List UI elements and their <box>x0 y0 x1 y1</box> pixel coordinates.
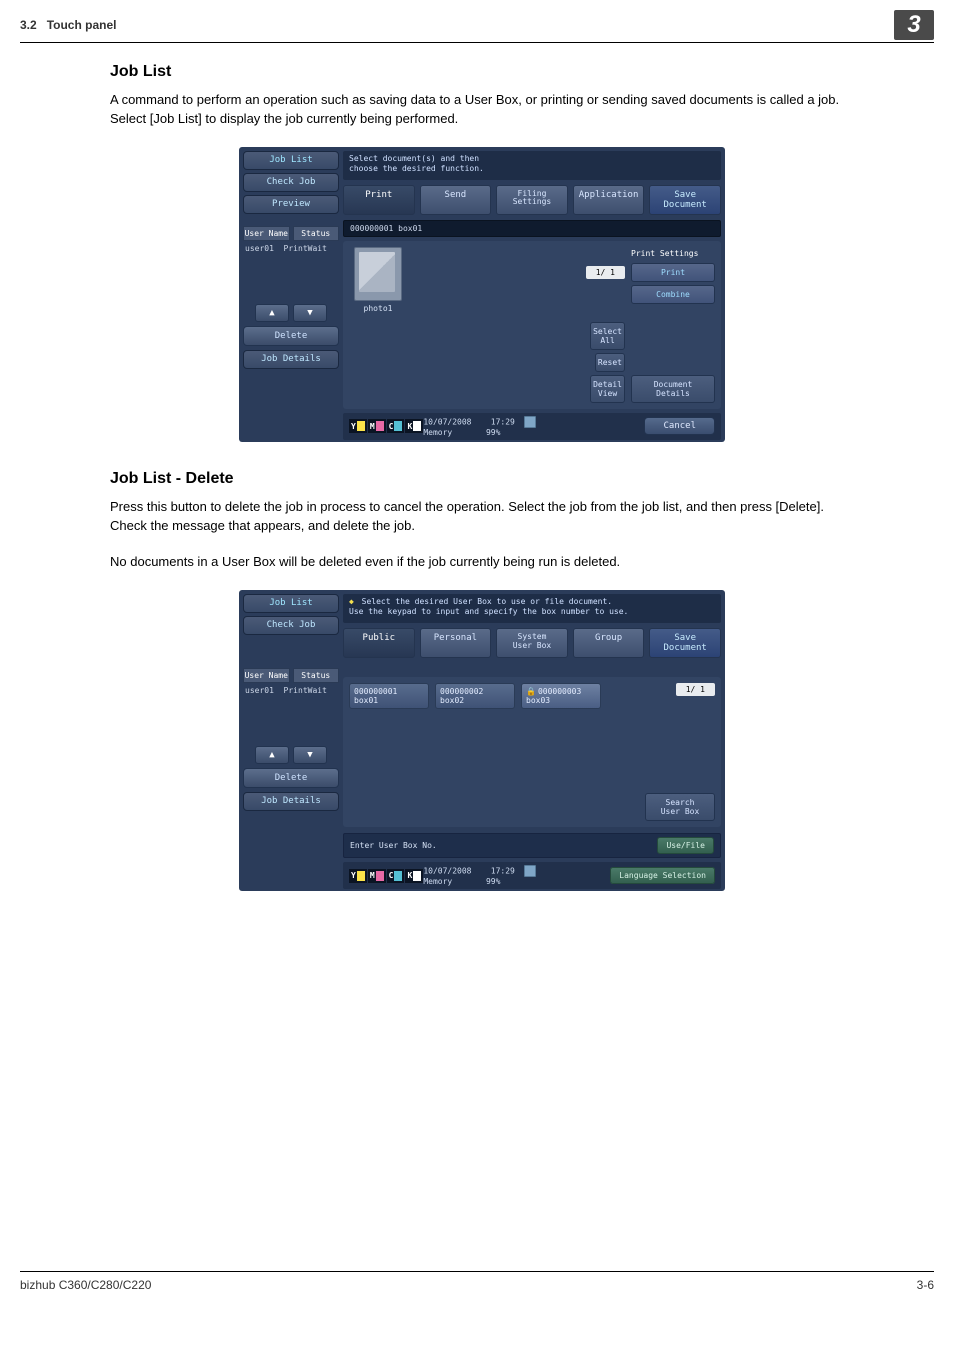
status-meta: 10/07/2008 17:29 Memory 99% <box>423 416 536 437</box>
tab-public[interactable]: Public <box>343 628 415 658</box>
tab-group[interactable]: Group <box>573 628 645 658</box>
col-status: Status <box>293 668 340 683</box>
language-selection-button[interactable]: Language Selection <box>610 867 715 884</box>
tab-job-list[interactable]: Job List <box>243 151 339 170</box>
body-text-2: Press this button to delete the job in p… <box>110 498 854 536</box>
search-user-box-button[interactable]: Search User Box <box>645 793 715 821</box>
running-head: 3.2 Touch panel <box>20 18 116 32</box>
tab-save-document[interactable]: Save Document <box>649 185 721 215</box>
tab-system-user-box[interactable]: System User Box <box>496 628 568 658</box>
detail-view-button[interactable]: Detail View <box>590 375 625 403</box>
toner-y-icon: Y <box>349 869 367 883</box>
row-status: PrintWait <box>284 244 327 253</box>
chapter-badge: 3 <box>894 10 934 40</box>
status-icon <box>524 416 536 428</box>
joblist-row[interactable]: user01 PrintWait <box>243 241 339 256</box>
scroll-up-button[interactable]: ▲ <box>255 746 289 764</box>
toner-indicators: Y M C K <box>349 419 423 433</box>
section-title: Touch panel <box>47 18 117 32</box>
scroll-down-button[interactable]: ▼ <box>293 304 327 322</box>
tab-personal[interactable]: Personal <box>420 628 492 658</box>
tab-application[interactable]: Application <box>573 185 645 215</box>
info-icon: ◆ <box>349 597 354 606</box>
toner-k-icon: K <box>405 419 423 433</box>
row-user: user01 <box>245 686 274 695</box>
row-status: PrintWait <box>284 686 327 695</box>
select-all-button[interactable]: Select All <box>590 322 625 350</box>
status-icon <box>524 865 536 877</box>
breadcrumb: 000000001 box01 <box>343 220 721 237</box>
reset-button[interactable]: Reset <box>595 353 625 372</box>
thumbnail-label: photo1 <box>364 304 393 313</box>
tab-job-list[interactable]: Job List <box>243 594 339 613</box>
joblist-header: User Name Status <box>243 226 339 241</box>
combine-button[interactable]: Combine <box>631 285 715 304</box>
toner-k-icon: K <box>405 869 423 883</box>
row-user: user01 <box>245 244 274 253</box>
instruction-text: ◆ Select the desired User Box to use or … <box>343 594 721 623</box>
job-details-button[interactable]: Job Details <box>243 792 339 811</box>
job-details-button[interactable]: Job Details <box>243 350 339 369</box>
body-text-3: No documents in a User Box will be delet… <box>110 553 854 572</box>
heading-job-list: Job List <box>110 63 854 81</box>
col-user: User Name <box>243 668 290 683</box>
print-settings-label: Print Settings <box>631 247 715 260</box>
toner-c-icon: C <box>387 419 405 433</box>
enter-box-label[interactable]: Enter User Box No. <box>350 841 437 850</box>
joblist-header: User Name Status <box>243 668 339 683</box>
user-box-card[interactable]: 🔒000000003 box03 <box>521 683 601 709</box>
page-header: 3.2 Touch panel 3 <box>20 0 934 43</box>
document-thumbnail[interactable] <box>354 247 402 301</box>
joblist-row[interactable]: user01 PrintWait <box>243 683 339 698</box>
cancel-button[interactable]: Cancel <box>644 417 715 435</box>
toner-indicators: Y M C K <box>349 869 423 883</box>
user-box-card[interactable]: 000000001 box01 <box>349 683 429 709</box>
tab-preview[interactable]: Preview <box>243 195 339 214</box>
page-footer: bizhub C360/C280/C220 3-6 <box>20 1271 934 1312</box>
toner-y-icon: Y <box>349 419 367 433</box>
body-text-1: A command to perform an operation such a… <box>110 91 854 129</box>
footer-page: 3-6 <box>917 1278 934 1292</box>
col-user: User Name <box>243 226 290 241</box>
toner-m-icon: M <box>368 869 386 883</box>
scroll-up-button[interactable]: ▲ <box>255 304 289 322</box>
col-status: Status <box>293 226 340 241</box>
tab-save-document[interactable]: Save Document <box>649 628 721 658</box>
toner-c-icon: C <box>387 869 405 883</box>
pager: 1/ 1 <box>586 266 625 279</box>
touch-panel-screenshot-1: Job List Check Job Preview User Name Sta… <box>239 147 725 442</box>
scroll-down-button[interactable]: ▼ <box>293 746 327 764</box>
status-meta: 10/07/2008 17:29 Memory 99% <box>423 865 536 886</box>
tab-check-job[interactable]: Check Job <box>243 173 339 192</box>
footer-model: bizhub C360/C280/C220 <box>20 1278 151 1292</box>
heading-job-list-delete: Job List - Delete <box>110 470 854 488</box>
print-button[interactable]: Print <box>631 263 715 282</box>
delete-button[interactable]: Delete <box>243 768 339 788</box>
section-number: 3.2 <box>20 18 37 32</box>
tab-send[interactable]: Send <box>420 185 492 215</box>
tab-filing-settings[interactable]: Filing Settings <box>496 185 568 215</box>
pager: 1/ 1 <box>676 683 715 696</box>
toner-m-icon: M <box>368 419 386 433</box>
instruction-text: Select document(s) and then choose the d… <box>343 151 721 180</box>
user-box-card[interactable]: 000000002 box02 <box>435 683 515 709</box>
tab-check-job[interactable]: Check Job <box>243 616 339 635</box>
tab-print[interactable]: Print <box>343 185 415 215</box>
document-details-button[interactable]: Document Details <box>631 375 715 403</box>
use-file-button[interactable]: Use/File <box>657 837 714 854</box>
delete-button[interactable]: Delete <box>243 326 339 346</box>
touch-panel-screenshot-2: Job List Check Job User Name Status user… <box>239 590 725 891</box>
lock-icon: 🔒 <box>526 687 536 696</box>
